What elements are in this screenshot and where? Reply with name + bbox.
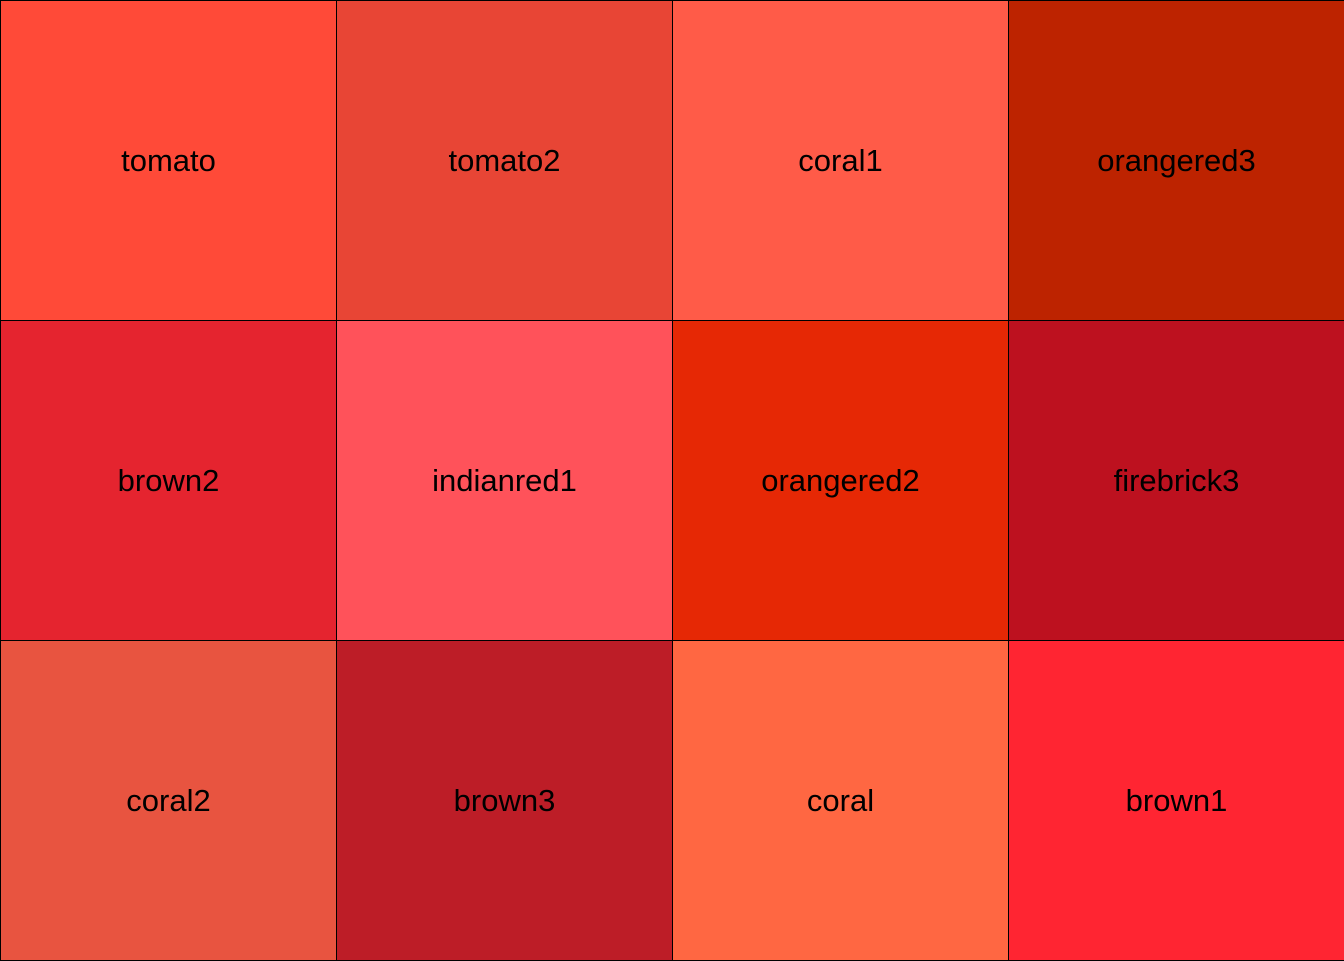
color-swatch: coral2 (0, 640, 337, 961)
swatch-label: brown3 (453, 782, 556, 818)
color-swatch: tomato (0, 0, 337, 321)
swatch-label: tomato2 (448, 142, 561, 178)
color-swatch: brown1 (1008, 640, 1344, 961)
color-swatch: orangered2 (672, 320, 1009, 641)
swatch-label: coral2 (126, 782, 211, 818)
swatch-label: tomato (121, 142, 216, 178)
swatch-label: firebrick3 (1113, 462, 1240, 498)
swatch-label: brown2 (117, 462, 220, 498)
swatch-label: coral1 (798, 142, 883, 178)
color-swatch: tomato2 (336, 0, 673, 321)
swatch-label: brown1 (1125, 782, 1228, 818)
swatch-label: indianred1 (432, 462, 577, 498)
swatch-label: orangered3 (1097, 142, 1256, 178)
swatch-label: orangered2 (761, 462, 920, 498)
swatch-label: coral (806, 782, 875, 818)
color-swatch: firebrick3 (1008, 320, 1344, 641)
color-swatch: coral (672, 640, 1009, 961)
color-swatch: indianred1 (336, 320, 673, 641)
color-swatch: brown3 (336, 640, 673, 961)
color-swatch: coral1 (672, 0, 1009, 321)
color-swatch: orangered3 (1008, 0, 1344, 321)
color-swatch: brown2 (0, 320, 337, 641)
color-swatch-grid: tomato tomato2 coral1 orangered3 brown2 india… (0, 0, 1344, 961)
